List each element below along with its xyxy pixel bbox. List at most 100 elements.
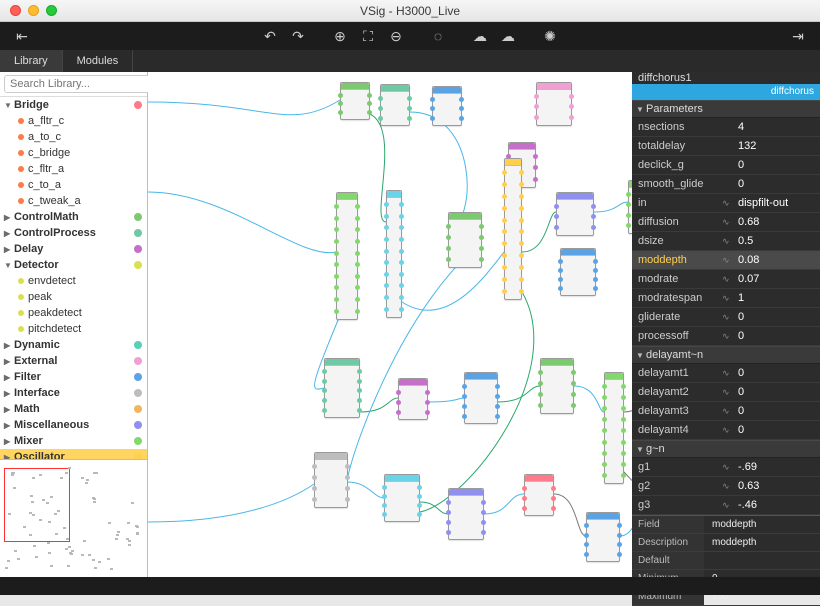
param-row[interactable]: g1∿-.69 [632,458,820,477]
inspector-body: ▼Parametersnsections4totaldelay132declic… [632,100,820,515]
search-input[interactable] [4,75,158,93]
patch-node[interactable] [524,474,554,516]
param-row[interactable]: modrate∿0.07 [632,270,820,289]
inspector-section-header[interactable]: ▼g~n [632,440,820,458]
patch-node[interactable] [464,372,498,424]
minimap[interactable] [0,459,147,577]
inspector-panel: diffchorus1 diffchorus ▼Parametersnsecti… [632,72,820,577]
patch-node[interactable] [556,192,594,236]
param-row[interactable]: delayamt3∿0 [632,402,820,421]
param-row[interactable]: dsize∿0.5 [632,232,820,251]
zoom-fit-icon[interactable]: ⛶ [354,25,382,47]
patch-node[interactable] [336,192,358,320]
param-row[interactable]: delayamt1∿0 [632,364,820,383]
meta-row: Descriptionmoddepth [632,534,820,552]
tree-category[interactable]: ▶ControlMath [0,209,147,225]
patch-node[interactable] [628,180,632,234]
status-bar [0,577,820,595]
cloud-up-icon[interactable]: ☁ [494,25,522,47]
patch-node[interactable] [560,248,596,296]
inspector-section-header[interactable]: ▼delayamt~n [632,346,820,364]
param-row[interactable]: smooth_glide0 [632,175,820,194]
param-row[interactable]: gliderate∿0 [632,308,820,327]
droplet-icon[interactable]: ◌ [424,25,452,47]
library-sidebar: ˄˅ ▼Bridgea_fltr_ca_to_cc_bridgec_fltr_a… [0,72,148,577]
patch-node[interactable] [448,488,484,540]
tree-item[interactable]: c_bridge [0,145,147,161]
patch-node[interactable] [380,84,410,126]
meta-row: Default [632,552,820,570]
inspector-section-header[interactable]: ▼Parameters [632,100,820,118]
tree-item[interactable]: c_fltr_a [0,161,147,177]
sidebar-tabs: Library Modules [0,50,820,72]
tree-item[interactable]: pitchdetect [0,321,147,337]
tree-category[interactable]: ▶Interface [0,385,147,401]
param-row[interactable]: delayamt4∿0 [632,421,820,440]
patch-node[interactable] [504,158,522,300]
back-icon[interactable]: ⇤ [8,25,36,47]
library-tree: ▼Bridgea_fltr_ca_to_cc_bridgec_fltr_ac_t… [0,97,147,459]
main-toolbar: ⇤ ↶ ↷ ⊕ ⛶ ⊖ ◌ ☁ ☁ ✺ ⇥ [0,22,820,50]
patch-node[interactable] [540,358,574,414]
patch-node[interactable] [398,378,428,420]
param-row[interactable]: moddepth∿0.08 [632,251,820,270]
param-row[interactable]: g3∿-.46 [632,496,820,515]
tree-category[interactable]: ▶Oscillator [0,449,147,459]
redo-icon[interactable]: ↷ [284,25,312,47]
tree-category[interactable]: ▶ControlProcess [0,225,147,241]
minimize-icon[interactable] [28,5,39,16]
zoom-icon[interactable] [46,5,57,16]
tab-modules[interactable]: Modules [63,50,134,72]
patch-node[interactable] [448,212,482,268]
param-row[interactable]: totaldelay132 [632,137,820,156]
tree-category[interactable]: ▶External [0,353,147,369]
meta-row: Fieldmoddepth [632,516,820,534]
param-row[interactable]: processoff∿0 [632,327,820,346]
patch-node[interactable] [384,474,420,522]
zoom-out-icon[interactable]: ⊖ [382,25,410,47]
spark-icon[interactable]: ✺ [536,25,564,47]
tree-category[interactable]: ▶Delay [0,241,147,257]
patch-node[interactable] [604,372,624,484]
patch-node[interactable] [324,358,360,418]
param-row[interactable]: g2∿0.63 [632,477,820,496]
close-icon[interactable] [10,5,21,16]
param-row[interactable]: declick_g0 [632,156,820,175]
param-row[interactable]: diffusion∿0.68 [632,213,820,232]
inspector-module-type: diffchorus [632,84,820,100]
tree-category[interactable]: ▶Miscellaneous [0,417,147,433]
tree-item[interactable]: peak [0,289,147,305]
param-row[interactable]: modratespan∿1 [632,289,820,308]
patch-node[interactable] [314,452,348,508]
window-controls [0,5,57,16]
minimap-viewport[interactable] [4,468,70,542]
cloud-down-icon[interactable]: ☁ [466,25,494,47]
undo-icon[interactable]: ↶ [256,25,284,47]
dock-right-icon[interactable]: ⇥ [784,25,812,47]
tree-category[interactable]: ▼Bridge [0,97,147,113]
patch-node[interactable] [340,82,370,120]
tree-item[interactable]: c_to_a [0,177,147,193]
tree-item[interactable]: envdetect [0,273,147,289]
patch-node[interactable] [586,512,620,562]
tree-category[interactable]: ▶Mixer [0,433,147,449]
param-row[interactable]: in∿dispfilt-out [632,194,820,213]
param-row[interactable]: delayamt2∿0 [632,383,820,402]
tree-item[interactable]: peakdetect [0,305,147,321]
tree-item[interactable]: a_fltr_c [0,113,147,129]
tree-category[interactable]: ▶Dynamic [0,337,147,353]
tree-category[interactable]: ▶Math [0,401,147,417]
tab-library[interactable]: Library [0,50,63,72]
tree-item[interactable]: a_to_c [0,129,147,145]
tree-category[interactable]: ▶Filter [0,369,147,385]
titlebar: VSig - H3000_Live [0,0,820,22]
patch-node[interactable] [432,86,462,126]
patch-node[interactable] [536,82,572,126]
inspector-module-name: diffchorus1 [632,72,820,84]
patch-canvas[interactable] [148,72,632,577]
tree-category[interactable]: ▼Detector [0,257,147,273]
patch-node[interactable] [386,190,402,318]
tree-item[interactable]: c_tweak_a [0,193,147,209]
param-row[interactable]: nsections4 [632,118,820,137]
zoom-in-icon[interactable]: ⊕ [326,25,354,47]
